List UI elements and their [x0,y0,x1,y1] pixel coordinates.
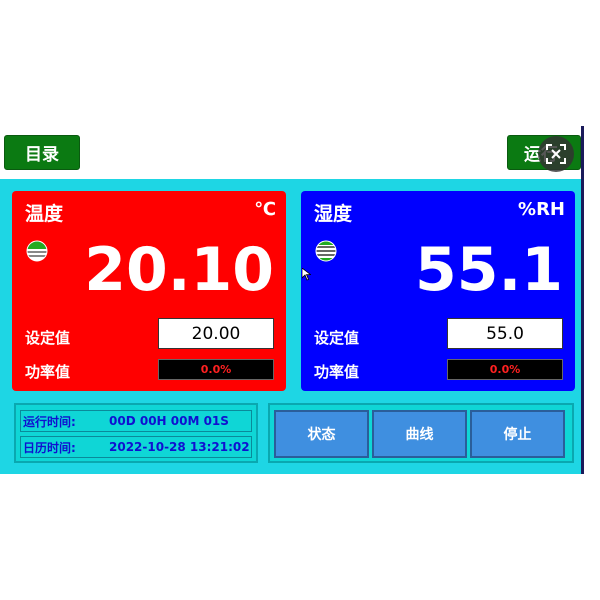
run-time-value: 00D 00H 00M 01S [109,414,229,428]
humidity-power-label: 功率值 [314,363,360,381]
humidity-set-label: 设定值 [314,329,360,347]
temperature-setpoint-field[interactable]: 20.00 [158,318,274,349]
humidity-unit: %RH [518,199,565,220]
humidity-value: 55.1 [414,235,563,305]
time-panel: 运行时间: 00D 00H 00M 01S 日历时间: 2022-10-28 1… [14,403,258,463]
temperature-value: 20.10 [84,235,274,305]
action-button-panel: 状态 曲线 停止 [268,403,574,463]
run-time-label: 运行时间: [23,414,76,429]
calendar-time-label: 日历时间: [23,440,76,455]
status-indicator-icon [26,240,48,266]
humidity-panel: 湿度 %RH 55.1 设定值 55.0 功率值 0.0% [301,191,575,391]
run-time-row: 运行时间: 00D 00H 00M 01S [20,410,252,432]
temperature-set-label: 设定值 [25,329,71,347]
curve-button[interactable]: 曲线 [372,410,467,458]
temperature-unit: ℃ [254,199,276,220]
fullscreen-exit-icon[interactable] [538,136,574,172]
humidity-power-value: 0.0% [447,359,563,380]
status-button[interactable]: 状态 [274,410,369,458]
main-area: 温度 ℃ 20.10 设定值 20.00 功率值 0.0% 湿度 %RH 55.… [0,179,581,474]
temperature-power-label: 功率值 [25,363,71,381]
temperature-title: 温度 [25,203,64,225]
humidity-setpoint-field[interactable]: 55.0 [447,318,563,349]
stop-button[interactable]: 停止 [470,410,565,458]
hmi-screen: 目录 运行 温度 ℃ 20.10 设定值 [0,126,584,474]
status-indicator-icon [315,240,337,266]
menu-button[interactable]: 目录 [4,135,80,170]
top-bar: 目录 运行 [0,126,581,179]
calendar-time-row: 日历时间: 2022-10-28 13:21:02 [20,436,252,458]
temperature-panel: 温度 ℃ 20.10 设定值 20.00 功率值 0.0% [12,191,286,391]
mouse-cursor-icon [301,266,312,285]
calendar-time-value: 2022-10-28 13:21:02 [109,440,250,454]
temperature-power-value: 0.0% [158,359,274,380]
humidity-title: 湿度 [314,203,353,225]
